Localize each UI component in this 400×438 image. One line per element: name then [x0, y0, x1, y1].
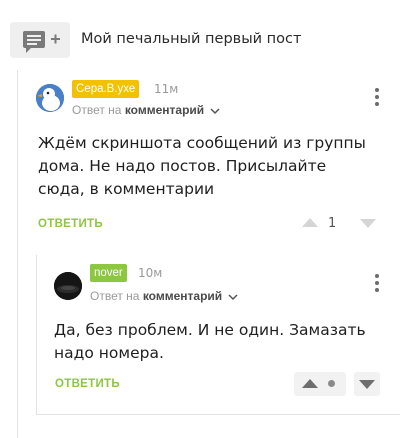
- reply-target: комментарий: [142, 289, 223, 303]
- comment-text: Да, без проблем. И не один. Замазать над…: [54, 321, 366, 362]
- reply-prefix: Ответ на: [90, 289, 140, 303]
- downvote-icon[interactable]: [359, 380, 375, 389]
- divider: [36, 414, 400, 415]
- more-icon[interactable]: [370, 274, 384, 292]
- reply-meta[interactable]: Ответ на комментарий: [90, 289, 238, 303]
- comment: nover 10м Ответ на комментарий Да, без п…: [0, 0, 400, 420]
- username-badge[interactable]: nover: [90, 264, 127, 282]
- comment-time: 10м: [138, 266, 163, 280]
- chevron-down-icon: [227, 294, 238, 300]
- upvote-icon[interactable]: [302, 379, 318, 388]
- reply-button[interactable]: ОТВЕТИТЬ: [55, 378, 120, 390]
- dark-avatar-icon: [54, 272, 82, 300]
- score-dot: [328, 380, 335, 387]
- avatar[interactable]: [54, 272, 82, 300]
